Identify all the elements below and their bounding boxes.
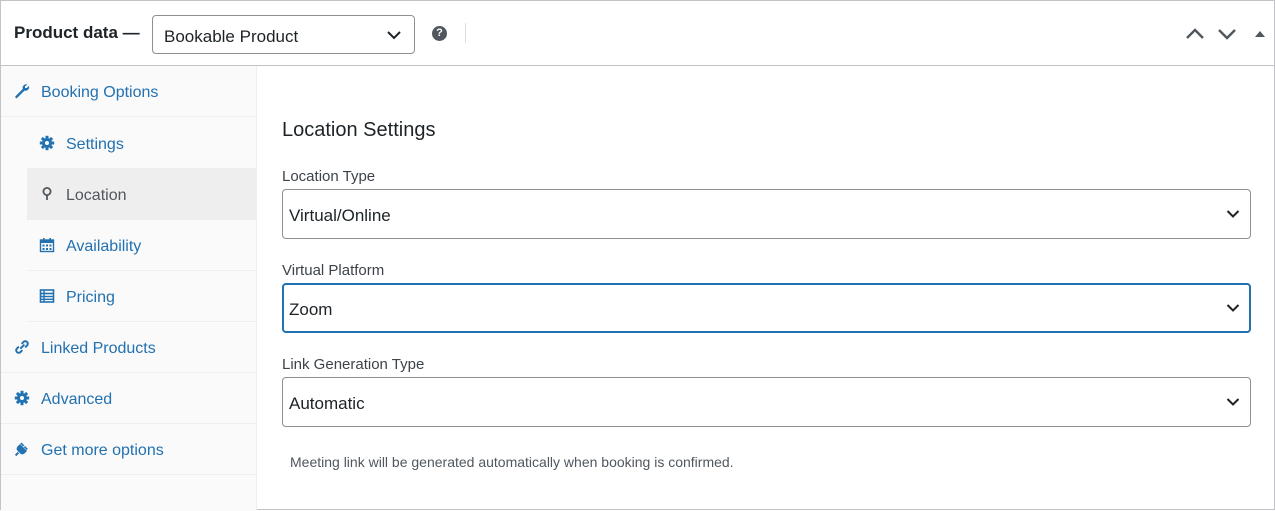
location-type-label: Location Type: [282, 168, 376, 185]
virtual-platform-label: Virtual Platform: [282, 262, 385, 279]
toggle-panel-button[interactable]: [1249, 23, 1271, 45]
tab-linked-products[interactable]: Linked Products: [1, 322, 257, 373]
link-generation-type-value: Automatic: [289, 394, 365, 413]
section-title: Location Settings: [282, 119, 436, 141]
tab-label: Settings: [66, 136, 124, 153]
location-settings-panel: Location Settings Location Type Virtual/…: [258, 67, 1274, 511]
tab-label: Booking Options: [41, 84, 159, 101]
caret-up-icon: [1255, 31, 1265, 37]
product-type-select[interactable]: Bookable Product: [152, 15, 415, 54]
product-data-panel: Product data — Bookable Product ? Bookin…: [0, 0, 1275, 511]
link-generation-type-label: Link Generation Type: [282, 356, 425, 373]
tab-get-more-options[interactable]: Get more options: [1, 424, 257, 475]
tab-label: Advanced: [41, 391, 113, 408]
wrench-icon: [15, 84, 30, 99]
move-down-button[interactable]: [1216, 23, 1238, 45]
location-type-select[interactable]: Virtual/Online: [282, 189, 1251, 239]
tab-label: Linked Products: [41, 340, 156, 357]
tab-availability[interactable]: Availability: [27, 220, 257, 271]
link-icon: [15, 340, 29, 354]
tab-label: Availability: [66, 238, 142, 255]
virtual-platform-value: Zoom: [289, 300, 333, 319]
chevron-up-icon: [1186, 28, 1204, 39]
chevron-down-icon: [1226, 210, 1240, 218]
product-data-tabs: Booking Options Settings Location Availa…: [1, 66, 257, 511]
tab-location[interactable]: Location: [27, 169, 257, 220]
location-type-value: Virtual/Online: [289, 206, 391, 225]
panel-header: Product data — Bookable Product ?: [1, 1, 1274, 66]
tab-label: Location: [66, 187, 127, 204]
map-pin-icon: [42, 187, 52, 200]
tab-booking-options[interactable]: Booking Options: [1, 66, 257, 117]
panel-title: Product data —: [14, 23, 140, 42]
help-text: Meeting link will be generated automatic…: [290, 454, 734, 470]
tab-pricing[interactable]: Pricing: [27, 271, 257, 322]
gear-icon: [14, 390, 30, 406]
chevron-down-icon: [387, 31, 401, 40]
chevron-down-icon: [1218, 29, 1236, 40]
plugin-icon: [14, 442, 28, 457]
link-generation-type-select[interactable]: Automatic: [282, 377, 1251, 427]
tab-label: Get more options: [41, 442, 164, 459]
virtual-platform-select[interactable]: Zoom: [282, 283, 1251, 333]
calendar-icon: [39, 238, 55, 253]
question-circle-icon[interactable]: ?: [432, 26, 447, 41]
move-up-button[interactable]: [1184, 23, 1206, 45]
gear-icon: [39, 135, 55, 151]
tab-label: Pricing: [66, 289, 115, 306]
table-icon: [39, 289, 55, 303]
chevron-down-icon: [1226, 398, 1240, 406]
tab-settings[interactable]: Settings: [27, 118, 257, 169]
product-type-value: Bookable Product: [164, 27, 299, 46]
header-divider: [465, 23, 466, 43]
chevron-down-icon: [1226, 304, 1240, 312]
tab-advanced[interactable]: Advanced: [1, 373, 257, 424]
